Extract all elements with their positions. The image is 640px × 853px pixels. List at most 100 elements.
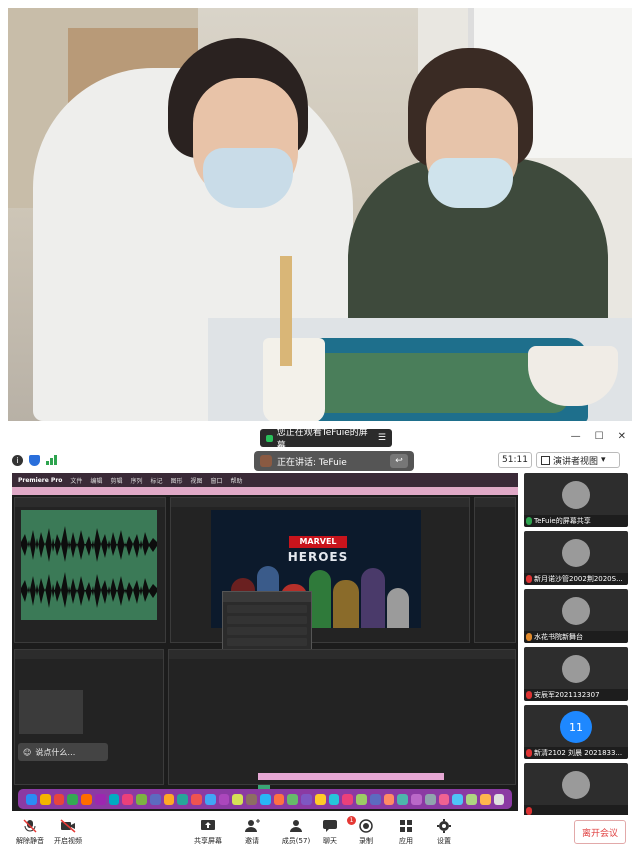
dock-app-icon[interactable] [452,793,463,805]
share-label: 共享屏幕 [194,837,222,845]
dock-app-icon[interactable] [246,793,257,805]
dock-app-icon[interactable] [67,793,78,805]
screen-share-banner[interactable]: 您正在观看TeFuie的屏幕 ☰ [260,428,392,451]
minimize-button[interactable]: — [571,431,581,442]
maximize-button[interactable]: ☐ [595,431,604,442]
share-banner-text: 您正在观看TeFuie的屏幕 [276,428,368,451]
participant-avatar [562,771,590,799]
record-button[interactable]: 录制 [344,819,388,846]
dock-app-icon[interactable] [328,793,340,805]
dock-app-icon[interactable] [342,793,353,805]
participant-name: 新清2102 刘晨 2021833... [534,749,623,757]
audio-waveform [21,510,157,620]
dock-app-icon[interactable] [39,793,51,805]
security-shield-icon[interactable] [29,454,40,466]
mic-status-icon [526,633,532,641]
dock-app-icon[interactable] [163,793,175,805]
dock-app-icon[interactable] [53,793,65,805]
view-mode-button[interactable]: 演讲者视图 ▾ [536,452,620,468]
dock-app-icon[interactable] [149,793,161,805]
dock-app-icon[interactable] [273,793,285,805]
dock-app-icon[interactable] [204,793,216,805]
video-clip-track[interactable] [258,773,444,780]
menu-item[interactable]: 帮助 [231,476,243,485]
menu-item[interactable]: 窗口 [211,476,223,485]
meeting-timer: 51:11 [498,452,532,468]
banner-menu-icon[interactable]: ☰ [378,433,386,443]
participant-tile[interactable]: 11 新清2102 刘晨 2021833... [524,705,628,759]
clip-thumbnail[interactable] [19,690,83,734]
participant-avatar [562,655,590,683]
back-arrow-icon[interactable]: ↩ [390,454,408,468]
active-speaker-text: 正在讲话: TeFuie [277,457,347,468]
dock-app-icon[interactable] [94,793,106,805]
mac-dock [18,789,512,809]
dock-app-icon[interactable] [81,793,92,805]
chat-label: 聊天 [323,837,337,845]
share-dot-icon [266,434,273,442]
participant-tile[interactable]: TeFuie的屏幕共享 [524,473,628,527]
invite-button[interactable]: 邀请 [230,819,274,846]
gear-icon [437,819,451,833]
settings-label: 设置 [437,837,451,845]
participant-tile[interactable]: 新月诺沙管2002荆2020S... [524,531,628,585]
dock-app-icon[interactable] [479,793,491,805]
dock-app-icon[interactable] [411,793,422,805]
start-video-button[interactable]: 开启视频 [46,819,90,846]
menu-item[interactable]: 标记 [150,476,162,485]
dock-app-icon[interactable] [287,793,298,805]
menu-item[interactable]: 视图 [191,476,203,485]
record-label: 录制 [359,837,373,845]
dock-app-icon[interactable] [122,793,133,805]
menu-item[interactable]: Premiere Pro [18,477,62,484]
dock-app-icon[interactable] [108,793,120,805]
speaker-avatar [260,455,272,467]
leave-meeting-button[interactable]: 离开会议 [574,820,626,844]
mic-status-icon [526,749,532,757]
dock-app-icon[interactable] [177,793,188,805]
chat-icon: ☺ [23,747,32,757]
dock-app-icon[interactable] [438,793,450,805]
close-button[interactable]: ✕ [618,431,626,442]
members-label: 成员(57) [281,837,311,845]
title-bar [12,487,518,495]
dock-app-icon[interactable] [493,793,505,805]
dock-app-icon[interactable] [314,793,326,805]
paper-cup [263,338,325,421]
dock-app-icon[interactable] [232,793,243,805]
signal-icon[interactable] [46,455,58,465]
project-panel [14,649,164,785]
grid-icon [541,455,550,465]
chat-bubble-icon [323,820,337,832]
dock-app-icon[interactable] [466,793,477,805]
participant-tile[interactable]: 安辰军2021132307 [524,647,628,701]
participant-tile[interactable] [524,763,628,817]
dock-app-icon[interactable] [383,793,395,805]
dock-app-icon[interactable] [424,793,436,805]
dock-app-icon[interactable] [356,793,367,805]
timeline-panel [168,649,516,785]
menu-item[interactable]: 剪辑 [110,476,122,485]
share-screen-button[interactable]: 共享屏幕 [186,819,230,846]
dock-app-icon[interactable] [26,793,37,805]
dock-app-icon[interactable] [301,793,312,805]
dock-app-icon[interactable] [397,793,408,805]
participant-avatar [562,539,590,567]
dock-app-icon[interactable] [191,793,202,805]
dock-app-icon[interactable] [259,793,271,805]
participant-name-bar: 水花书院新舞台 [524,631,628,643]
participant-name-bar: 新月诺沙管2002荆2020S... [524,573,628,585]
menu-item[interactable]: 编辑 [90,476,102,485]
settings-button[interactable]: 设置 [422,819,466,846]
participant-name: 水花书院新舞台 [534,633,583,641]
info-icon[interactable]: i [12,454,23,466]
record-icon [359,819,373,833]
dock-app-icon[interactable] [136,793,147,805]
dock-app-icon[interactable] [218,793,230,805]
menu-item[interactable]: 图形 [170,476,182,485]
menu-item[interactable]: 序列 [130,476,142,485]
chat-input[interactable]: ☺ 说点什么… [18,743,108,761]
participant-tile[interactable]: 水花书院新舞台 [524,589,628,643]
menu-item[interactable]: 文件 [70,476,82,485]
dock-app-icon[interactable] [369,793,381,805]
